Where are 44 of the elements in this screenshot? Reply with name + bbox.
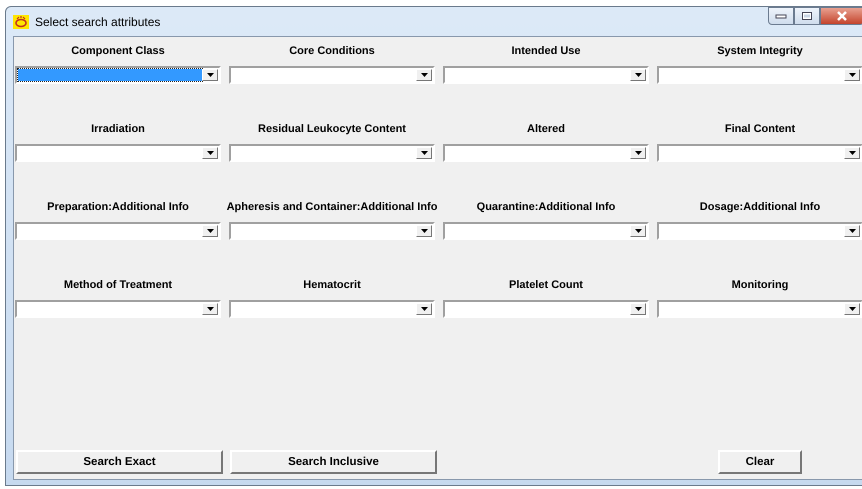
field-label: Quarantine:Additional Info <box>476 201 616 213</box>
window-title: Select search attributes <box>35 14 160 28</box>
caret-icon <box>420 73 428 77</box>
field-label: Core Conditions <box>289 45 375 57</box>
caret-icon <box>848 73 856 77</box>
field-label: Hematocrit <box>303 279 361 291</box>
minimize-icon <box>775 13 787 19</box>
close-button[interactable] <box>820 7 862 25</box>
field-label: Irradiation <box>91 123 145 135</box>
caret-icon <box>848 229 856 233</box>
clear-button[interactable]: Clear <box>718 450 802 474</box>
field-label: Method of Treatment <box>64 279 172 291</box>
dropdown[interactable] <box>15 66 221 84</box>
field-label: Final Content <box>724 123 796 135</box>
caret-icon <box>206 307 214 311</box>
caret-icon <box>634 229 642 233</box>
search-button[interactable]: Search Exact <box>16 450 223 474</box>
caret-icon <box>206 73 214 77</box>
field-label: System Integrity <box>717 45 803 57</box>
maximize-button[interactable] <box>794 7 820 25</box>
field-label: Component Class <box>71 45 165 57</box>
field-label: Dosage:Additional Info <box>700 201 820 213</box>
maximize-icon <box>801 11 813 21</box>
caret-icon <box>420 151 428 155</box>
app-icon <box>13 14 29 28</box>
field-label: Monitoring <box>732 279 788 291</box>
caret-icon <box>848 151 856 155</box>
field-label: Intended Use <box>511 45 581 57</box>
caret-icon <box>420 229 428 233</box>
search-button[interactable]: Search Inclusive <box>230 450 437 474</box>
minimize-button[interactable] <box>768 7 794 25</box>
field-label: Preparation:Additional Info <box>47 201 189 213</box>
caret-icon <box>634 307 642 311</box>
field-label: Platelet Count <box>509 279 583 291</box>
caret-icon <box>848 307 856 311</box>
caret-icon <box>206 229 214 233</box>
field-label: Apheresis and Container:Additional Info <box>226 201 438 213</box>
caret-icon <box>634 73 642 77</box>
close-icon <box>835 11 849 21</box>
field-label: Residual Leukocyte Content <box>258 123 406 135</box>
caret-icon <box>206 151 214 155</box>
caret-icon <box>634 151 642 155</box>
caret-icon <box>420 307 428 311</box>
field-label: Altered <box>527 123 565 135</box>
